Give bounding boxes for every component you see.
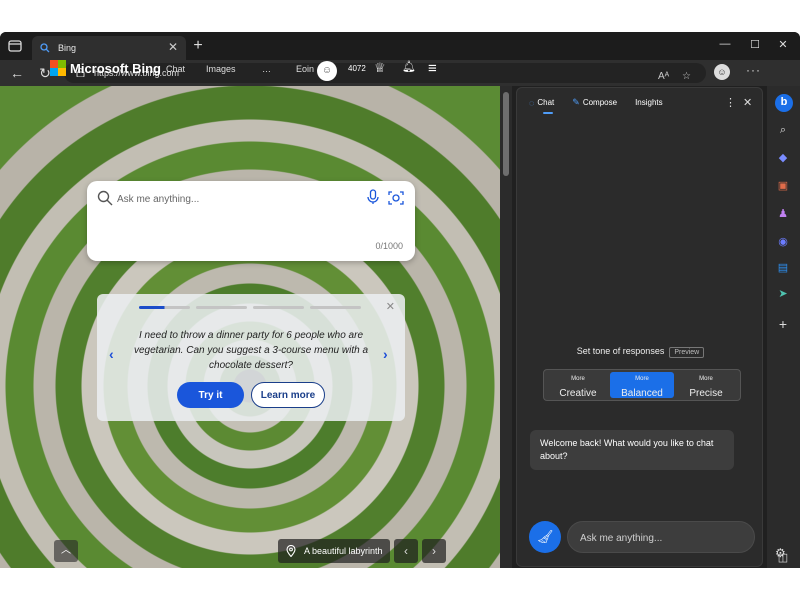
search-icon [97, 190, 113, 206]
nav-chat-link[interactable]: Chat [166, 64, 185, 74]
learn-more-button[interactable]: Learn more [251, 382, 325, 408]
rewards-points[interactable]: 4072 [348, 64, 366, 73]
hamburger-menu-icon[interactable]: ≡ [428, 60, 437, 77]
briefcase-icon[interactable]: ▣ [775, 178, 791, 194]
new-topic-broom-icon[interactable]: 🧹︎ [529, 521, 561, 553]
location-pin-icon [286, 545, 296, 557]
close-icon[interactable]: ✕ [386, 300, 395, 313]
tone-name: Precise [689, 388, 723, 399]
tab-strip: Bing ✕ + — ☐ ✕ [0, 32, 800, 60]
microphone-icon[interactable] [365, 189, 381, 205]
microsoft-logo-icon [50, 60, 66, 76]
carousel-progress-bar [310, 306, 361, 309]
scrollbar[interactable] [500, 86, 512, 568]
region-label[interactable]: Eoin [296, 64, 314, 74]
tab-title: Bing [58, 43, 77, 53]
panel-more-icon[interactable]: ⋮ [725, 96, 736, 109]
try-it-button[interactable]: Try it [177, 382, 244, 408]
tone-name: Creative [559, 388, 597, 399]
caption-text: A beautiful labyrinth [304, 546, 383, 556]
panel-close-icon[interactable]: ✕ [743, 96, 752, 109]
games-icon[interactable]: ♟ [775, 206, 791, 222]
settings-menu-button[interactable]: ··· [746, 63, 761, 77]
nav-images-link[interactable]: Images [206, 64, 236, 74]
tone-name: Balanced [621, 388, 663, 399]
minimize-button[interactable]: — [718, 38, 732, 50]
send-icon[interactable]: ➤ [775, 286, 791, 302]
tone-heading: Set tone of responses Preview [517, 346, 764, 358]
tone-title: Set tone of responses [576, 346, 665, 356]
search-input[interactable] [117, 190, 357, 208]
bing-logo[interactable]: Microsoft Bing [50, 60, 161, 76]
tab-label: Compose [582, 98, 618, 107]
notifications-bell-icon[interactable]: 🔔︎ [402, 60, 416, 73]
rewards-trophy-icon[interactable]: ♕ [374, 60, 386, 76]
tone-balanced-button[interactable]: More Balanced [610, 372, 674, 399]
tone-more-label: More [699, 376, 713, 382]
tab-insights[interactable]: Insights [635, 97, 663, 108]
tone-more-label: More [571, 376, 585, 382]
tone-selector: More Creative More Balanced More Precise [543, 369, 741, 401]
chat-input[interactable] [580, 530, 740, 546]
outlook-icon[interactable]: ▤ [775, 260, 791, 276]
carousel-progress-bar [253, 306, 304, 309]
search-box: 0/1000 [87, 181, 415, 261]
scroll-up-button[interactable]: ︿ [54, 540, 78, 562]
character-count: 0/1000 [375, 241, 403, 251]
search-icon[interactable]: ⌕ [775, 122, 791, 138]
new-tab-button[interactable]: + [190, 37, 206, 55]
read-aloud-icon[interactable]: Aᴬ [658, 67, 669, 87]
settings-icon[interactable]: ⚙ [775, 546, 786, 560]
tab-actions-icon[interactable] [6, 38, 24, 54]
chevron-left-icon[interactable]: ‹ [109, 346, 114, 362]
chat-icon: ◌ [529, 97, 535, 108]
carousel-progress-bar [196, 306, 247, 309]
chat-side-panel: ◌ Chat ✎ Compose Insights ⋮ ✕ Set tone of … [516, 87, 763, 567]
carousel-progress-bar [139, 306, 190, 309]
panel-tabs: ◌ Chat ✎ Compose Insights [529, 97, 663, 114]
tab-compose[interactable]: ✎ Compose [572, 97, 617, 108]
close-window-button[interactable]: ✕ [776, 38, 790, 51]
tab-label: Insights [635, 98, 663, 107]
welcome-message: Welcome back! What would you like to cha… [530, 430, 734, 470]
chat-input-box [567, 521, 755, 553]
user-avatar[interactable]: ☺ [317, 61, 337, 81]
tab-chat[interactable]: ◌ Chat [529, 97, 555, 114]
next-image-button[interactable]: › [422, 539, 446, 563]
tab-label: Chat [537, 98, 555, 107]
microsoft365-icon[interactable]: ◉ [775, 234, 791, 250]
carousel-progress [139, 306, 361, 309]
visual-search-icon[interactable] [387, 189, 405, 207]
maximize-button[interactable]: ☐ [748, 38, 762, 51]
previous-image-button[interactable]: ‹ [394, 539, 418, 563]
logo-text: Microsoft Bing [70, 60, 161, 76]
tone-creative-button[interactable]: More Creative [546, 372, 610, 399]
tab-close-button[interactable]: ✕ [168, 41, 178, 53]
add-icon[interactable]: + [775, 316, 791, 332]
tag-icon[interactable]: ◆ [775, 150, 791, 166]
carousel-prompt: I need to throw a dinner party for 6 peo… [133, 330, 369, 371]
tone-precise-button[interactable]: More Precise [674, 372, 738, 399]
nav-more-link[interactable]: … [262, 64, 271, 74]
tab-bing[interactable]: Bing ✕ [32, 36, 186, 60]
favorites-icon[interactable]: ☆ [682, 67, 691, 87]
compose-icon: ✎ [572, 97, 580, 107]
edge-sidebar: b ⌕ ◆ ▣ ♟ ◉ ▤ ➤ + ◫ [767, 86, 800, 568]
search-icon [40, 43, 50, 53]
profile-avatar[interactable]: ☺ [714, 64, 730, 80]
preview-badge: Preview [669, 347, 705, 358]
chevron-right-icon[interactable]: › [383, 346, 388, 362]
scrollbar-thumb[interactable] [503, 92, 509, 176]
carousel-card: ✕ ‹ I need to throw a dinner party for 6… [97, 294, 405, 421]
back-button[interactable]: ← [8, 64, 26, 82]
image-caption[interactable]: A beautiful labyrinth [278, 539, 390, 563]
tone-more-label: More [635, 376, 649, 382]
bing-chat-icon[interactable]: b [775, 94, 793, 112]
